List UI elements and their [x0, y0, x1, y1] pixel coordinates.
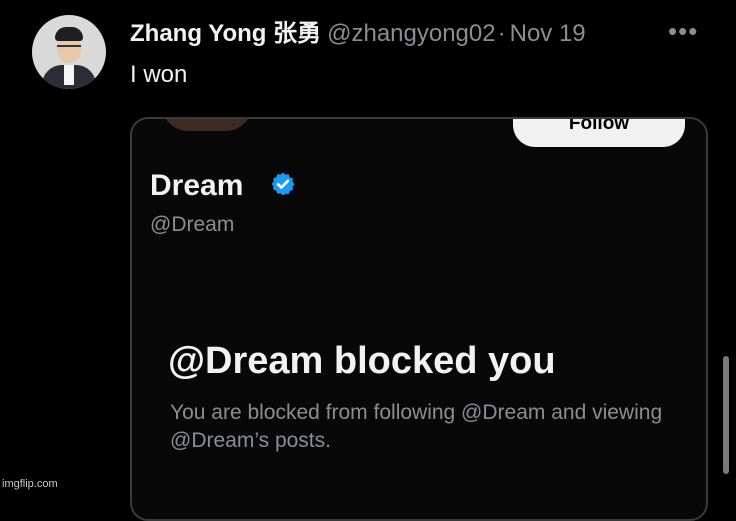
watermark: imgflip.com	[2, 478, 58, 490]
scrollbar[interactable]	[723, 356, 729, 474]
more-options-icon[interactable]: •••	[668, 16, 698, 47]
tweet-date[interactable]: Nov 19	[510, 20, 586, 47]
profile-handle: @Dream	[150, 213, 235, 236]
avatar-hair	[55, 27, 83, 41]
blocked-title: @Dream blocked you	[168, 340, 556, 382]
profile-banner	[162, 119, 252, 131]
profile-name: Dream	[150, 169, 244, 202]
author-handle[interactable]: @zhangyong02	[327, 19, 496, 49]
blocked-description: You are blocked from following @Dream an…	[170, 401, 663, 452]
attached-screenshot[interactable]: Follow Dream @Dream @Dream blocked you Y…	[130, 117, 708, 521]
verified-badge-icon	[271, 172, 295, 196]
avatar-shirt	[64, 65, 74, 85]
author-name[interactable]: Zhang Yong 张勇	[130, 20, 321, 47]
tweet-text: I won	[130, 61, 188, 88]
follow-button: Follow	[513, 119, 685, 147]
author-avatar[interactable]	[32, 15, 106, 89]
avatar-glasses	[57, 45, 81, 52]
header-separator: ·	[497, 20, 506, 47]
tweet-header: Zhang Yong 张勇 @zhangyong02· Nov 19	[130, 19, 586, 49]
